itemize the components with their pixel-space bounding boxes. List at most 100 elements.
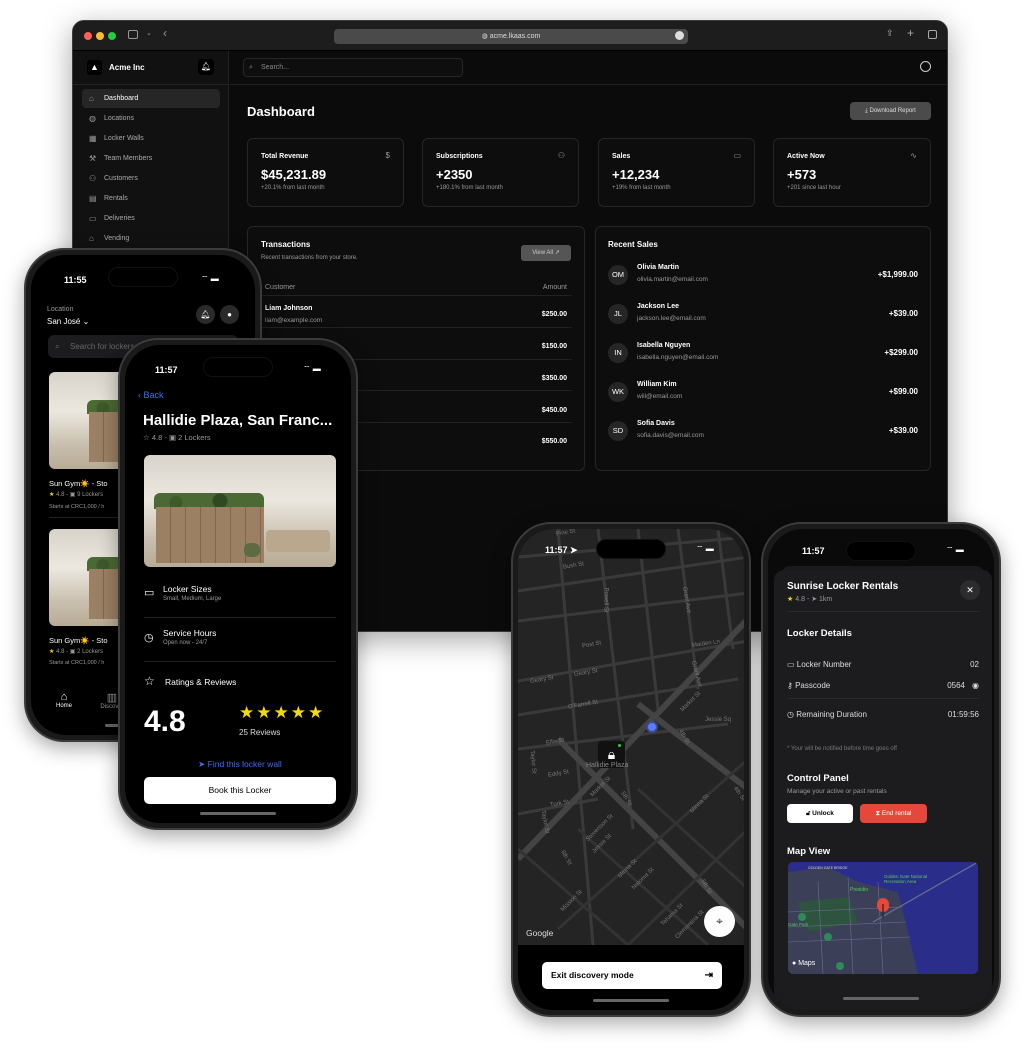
sidebar-item-label: Vending (104, 235, 130, 242)
globe-icon: ◍ (89, 114, 96, 123)
customer-name: Jackson Lee (637, 303, 680, 310)
sale-row: IN Isabella Nguyen isabella.nguyen@email… (596, 341, 932, 371)
bell-icon[interactable]: 🔔︎ (198, 59, 214, 75)
sidebar-item-customers[interactable]: ⚇ Customers (82, 169, 220, 188)
sidebar-item-vending[interactable]: ⌂ Vending (82, 229, 220, 248)
rating-score: 4.8 (144, 705, 186, 738)
phone-map: Pine St Bush St Powell St Grant Ave Post St M… (511, 522, 751, 1017)
street-grid (518, 529, 744, 945)
brand-name: Acme Inc (109, 63, 145, 72)
back-icon[interactable]: ‹ (163, 26, 167, 40)
sale-row: JL Jackson Lee jackson.lee@email.com +$3… (596, 302, 932, 332)
minimize-window-button[interactable] (96, 32, 104, 40)
tab-label: Home (55, 703, 72, 709)
close-window-button[interactable] (84, 32, 92, 40)
column-header-customer: Customer (265, 284, 296, 291)
location-meta: ★ 4.8 - ▣ 9 Lockers (49, 492, 104, 498)
maximize-window-button[interactable] (108, 32, 116, 40)
location-title[interactable]: Sun Gym☀️ - Sto (49, 636, 108, 645)
location-title[interactable]: Sun Gym☀️ - Sto (49, 479, 108, 488)
status-time: 11:57 (802, 546, 825, 556)
map-preview[interactable]: GOLDEN GATE BRIDGE Presidio Golden Gate … (788, 862, 978, 974)
eye-icon[interactable]: ◉ (972, 681, 979, 690)
customer-name: Olivia Martin (637, 264, 680, 271)
download-report-button[interactable]: ⤓ Download Report (850, 102, 931, 120)
sale-amount: +$39.00 (888, 309, 918, 318)
close-button[interactable]: ✕ (960, 580, 980, 600)
logout-icon: ⇥ (704, 970, 713, 981)
locker-photo (144, 455, 336, 567)
rental-title: Sunrise Locker Rentals (787, 581, 899, 592)
sale-amount: +$1,999.00 (877, 270, 918, 279)
rental-sheet: Sunrise Locker Rentals ★ 4.8 - ➤ 1km ✕ L… (774, 570, 992, 1010)
bell-icon[interactable]: 🔔︎ (196, 305, 215, 324)
user-avatar-icon[interactable] (920, 61, 931, 72)
stat-title: Sales (612, 153, 631, 160)
more-icon[interactable] (675, 31, 684, 40)
navigation-arrow-icon: ➤ (811, 596, 818, 603)
transaction-amount: $350.00 (541, 375, 567, 382)
search-input[interactable]: ⌕ Search... (243, 58, 463, 77)
sidebar-item-locations[interactable]: ◍ Locations (82, 109, 220, 128)
sidebar-item-label: Customers (104, 175, 138, 182)
stat-value: +573 (787, 167, 817, 182)
share-icon[interactable]: ⇪ (886, 28, 894, 39)
reviews-count: 25 Reviews (239, 728, 281, 737)
star-outline-icon: ☆ (144, 674, 155, 688)
card-title: Transactions (261, 240, 311, 249)
sidebar-item-deliveries[interactable]: ▭ Deliveries (82, 209, 220, 228)
avatar: OM (608, 265, 628, 285)
map-label: GOLDEN GATE BRIDGE (808, 866, 848, 870)
new-tab-icon[interactable]: + (907, 26, 914, 40)
transaction-amount: $150.00 (541, 343, 567, 350)
end-rental-button[interactable]: ⧗ End rental (860, 804, 927, 823)
sidebar-item-locker-walls[interactable]: ▦ Locker Walls (82, 129, 220, 148)
rental-meta: ★ 4.8 - ➤ 1km (787, 596, 833, 603)
location-label: Location (47, 306, 74, 313)
apple-maps-attribution: ● Maps (792, 960, 816, 967)
dollar-icon: $ (385, 151, 390, 160)
activity-icon: ∿ (910, 151, 917, 160)
view-all-button[interactable]: View All ↗ (521, 245, 571, 261)
sidebar-item-rentals[interactable]: ▤ Rentals (82, 189, 220, 208)
tab-home[interactable]: ⌂ Home (51, 691, 77, 709)
recenter-location-button[interactable]: ⌖ (704, 906, 735, 937)
location-selector[interactable]: San José ⌄ (47, 317, 89, 326)
location-meta: ★ 4.8 - ▣ 2 Lockers (49, 649, 104, 655)
search-placeholder: Search... (261, 64, 290, 71)
customer-email: isabella.nguyen@email.com (637, 354, 719, 361)
package-icon: ▭ (89, 214, 97, 223)
sidebar-toggle-icon[interactable] (128, 30, 138, 39)
map-canvas[interactable]: Pine St Bush St Powell St Grant Ave Post St M… (518, 529, 744, 945)
book-locker-button[interactable]: Book this Locker (144, 777, 336, 804)
location-meta: ☆ 4.8 - ▣ 2 Lockers (143, 433, 211, 442)
url-text: acme.lkaas.com (489, 33, 541, 40)
stat-sub: +19% from last month (612, 185, 671, 191)
exit-discovery-button[interactable]: Exit discovery mode ⇥ (542, 962, 722, 989)
star-icon: ★ (308, 703, 326, 722)
service-hours-label: Service Hours (163, 628, 217, 638)
sidebar-item-dashboard[interactable]: ⌂ Dashboard (82, 89, 220, 108)
map-label: Golden Gate National Recreation Area (884, 874, 928, 884)
star-icon: ★ (256, 703, 274, 722)
sale-amount: +$39.00 (888, 426, 918, 435)
back-button[interactable]: ‹ Back (138, 390, 164, 400)
wifi-battery-icon: ⌔ ▬ (303, 364, 321, 373)
page-title: Dashboard (247, 104, 315, 119)
person-icon[interactable]: ● (220, 305, 239, 324)
service-hours-value: Open now - 24/7 (163, 640, 208, 646)
home-icon: ⌂ (89, 94, 94, 103)
unlock-button[interactable]: 🔓︎ Unlock (787, 804, 853, 823)
address-bar[interactable]: ◍ acme.lkaas.com (334, 29, 688, 44)
find-locker-link[interactable]: ➤ Find this locker wall (125, 759, 351, 770)
chevron-down-icon[interactable]: ⌄ (146, 29, 152, 37)
back-label: Back (143, 390, 164, 400)
transaction-amount: $250.00 (541, 311, 567, 318)
globe-icon: ◍ (481, 33, 490, 40)
tabs-overview-icon[interactable] (928, 30, 937, 39)
remaining-value: 01:59:56 (947, 710, 979, 719)
star-icon: ★ (49, 492, 55, 498)
home-icon: ⌂ (60, 691, 68, 703)
sidebar-item-team-members[interactable]: ⚒ Team Members (82, 149, 220, 168)
sale-row: WK William Kim will@email.com +$99.00 (596, 380, 932, 410)
